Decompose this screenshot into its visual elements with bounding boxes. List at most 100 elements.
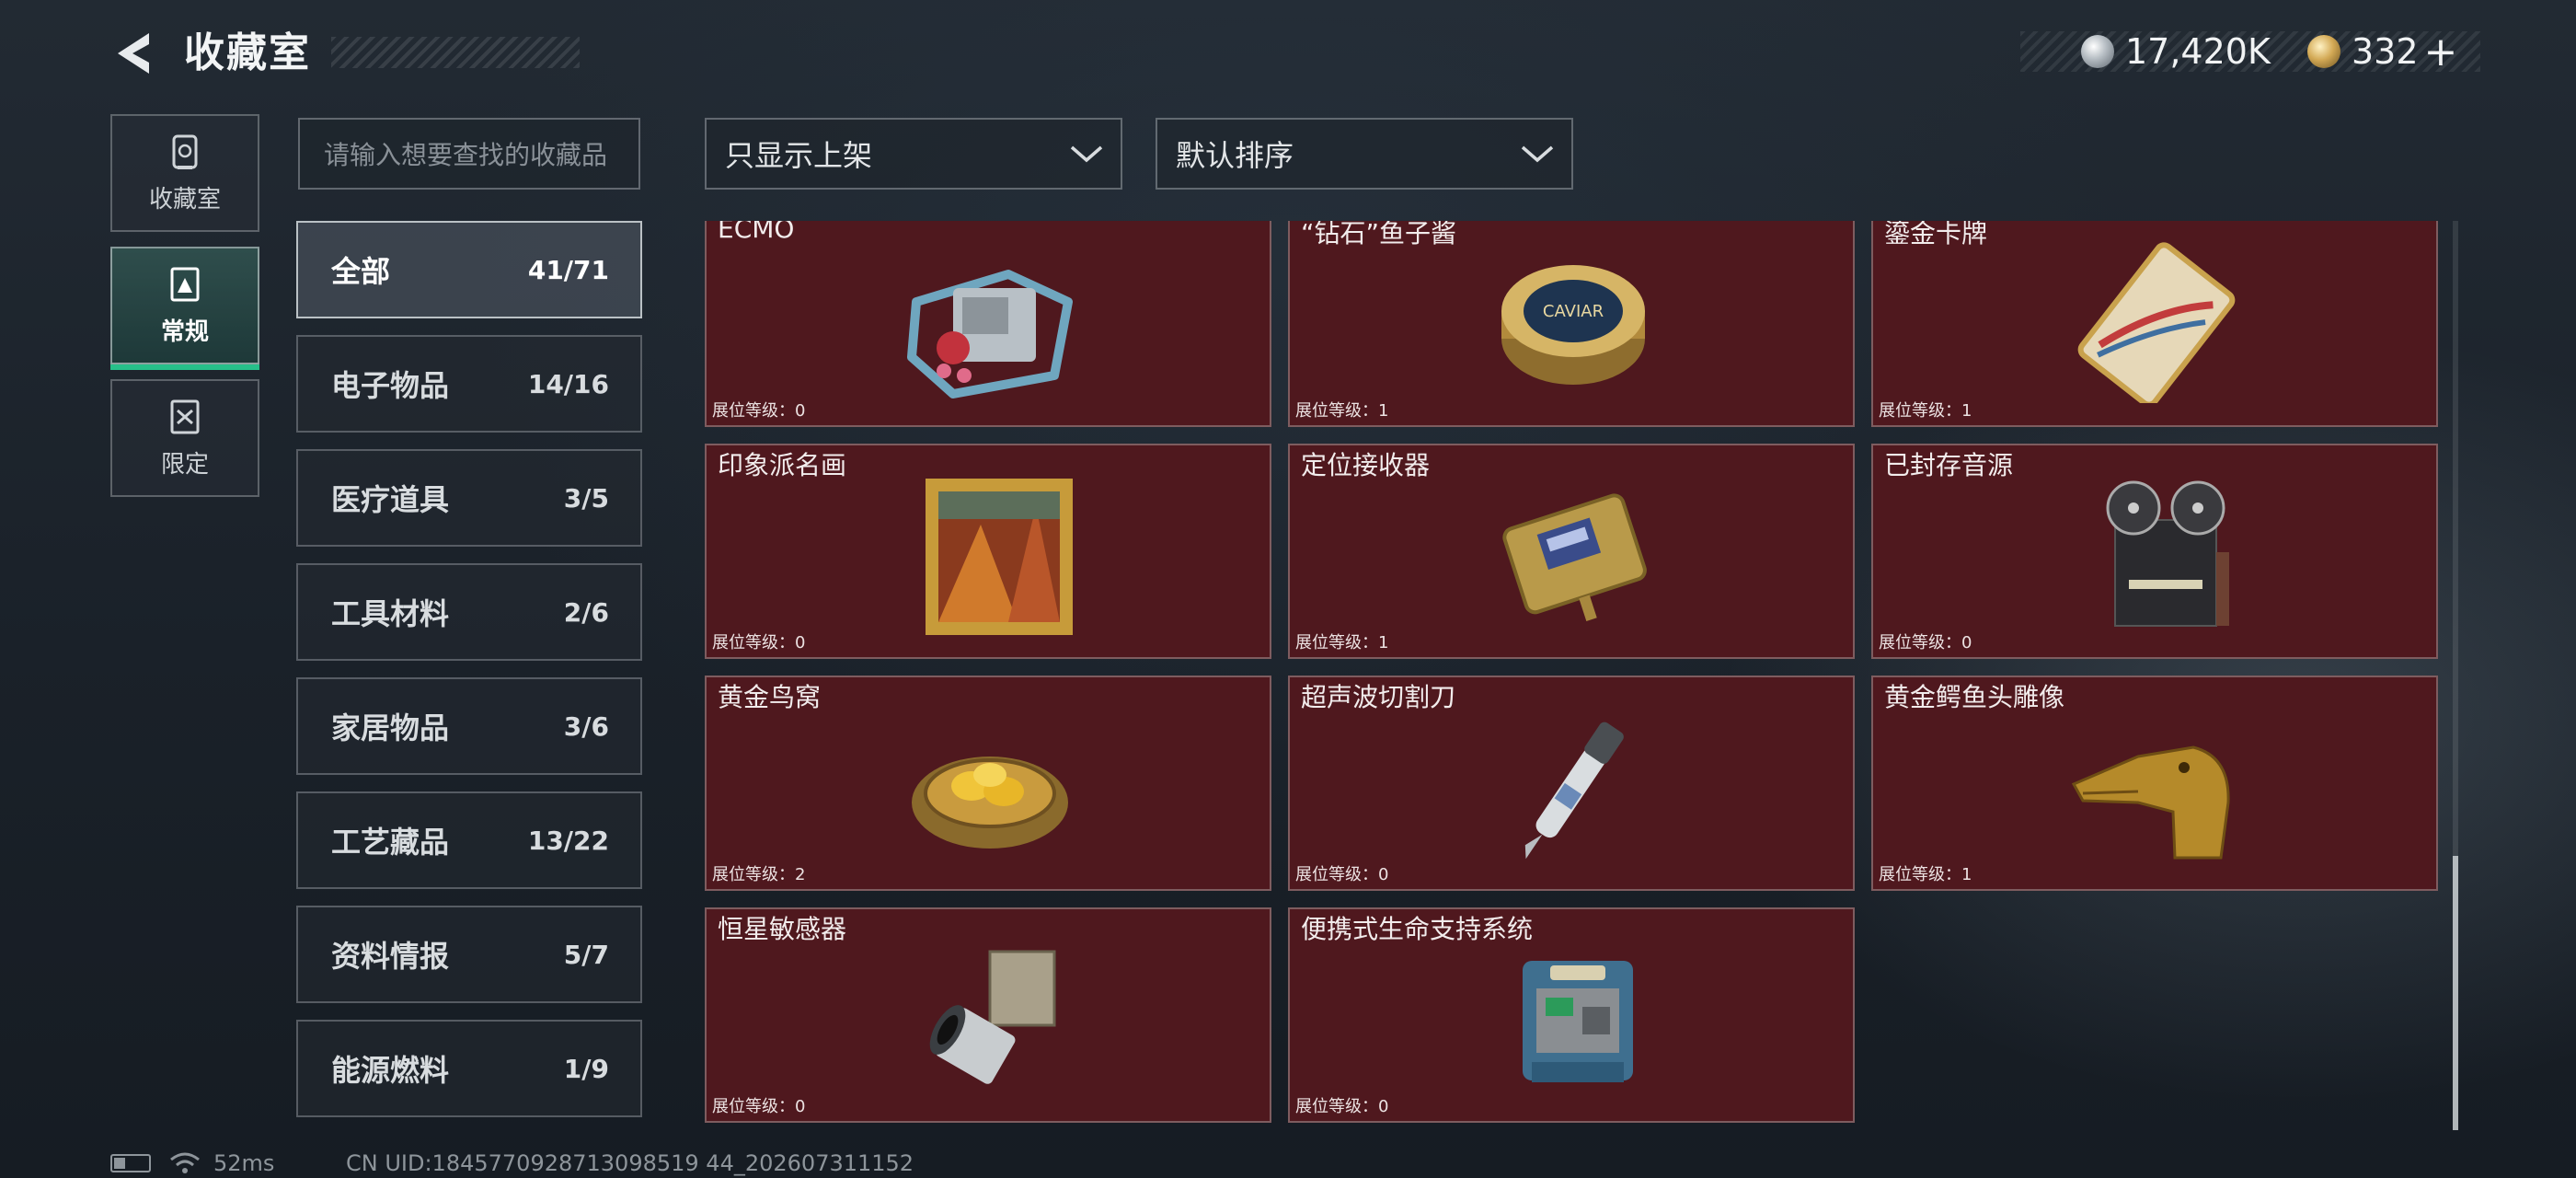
category-name: 工具材料 [331,596,450,631]
item-name: 印象派名画 [718,450,847,480]
status-bar: 52ms [110,1149,274,1178]
page-title: 收藏室 [184,29,311,76]
ultrasonic-cutter-icon [1524,722,1624,860]
category-energy[interactable]: 能源燃料 1/9 [296,1020,642,1117]
grid-scrollbar[interactable] [2453,221,2458,1130]
silver-currency-value: 17,420K [2125,31,2271,72]
star-sensor-icon [929,950,1056,1084]
regular-icon [170,267,200,301]
gold-crocodile-head-icon [2071,745,2230,860]
gold-currency-value: 332 [2352,31,2419,72]
nav-label: 常规 [160,318,209,346]
item-grid: ECMO 展位等级：0 “钻石”鱼子酱 CAVIAR 展位等级：1 鎏金卡牌 展… [705,221,2444,1130]
category-household[interactable]: 家居物品 3/6 [296,677,642,775]
item-level: 展位等级：2 [712,865,806,884]
silver-coin-icon [2081,35,2114,68]
caviar-tin-icon: CAVIAR [1501,265,1645,385]
item-level: 展位等级：0 [712,1097,806,1116]
ping-value: 52ms [213,1150,275,1176]
item-name: “钻石”鱼子酱 [1301,221,1457,248]
add-currency-button[interactable]: + [2424,29,2458,75]
nav-limited[interactable]: 限定 [110,379,259,497]
category-name: 全部 [331,254,391,289]
category-name: 能源燃料 [331,1053,450,1088]
item-name: 恒星敏感器 [718,914,847,944]
item-card-life-support[interactable]: 便携式生命支持系统 展位等级：0 [1288,907,1855,1123]
gold-coin-icon [2307,35,2340,68]
category-count: 2/6 [563,596,609,628]
item-level: 展位等级：1 [1879,865,1972,884]
item-card-sealed-audio[interactable]: 已封存音源 展位等级：0 [1871,444,2438,659]
item-card-golden-nest[interactable]: 黄金鸟窝 展位等级：2 [705,676,1271,891]
framed-painting-icon [926,479,1073,635]
user-uid: CN UID:1845770928713098519 44_2026073111… [346,1150,914,1176]
sort-dropdown[interactable]: 默认排序 [1156,118,1573,190]
scrollbar-thumb[interactable] [2453,856,2458,1130]
caviar-tin-label: CAVIAR [1543,302,1604,321]
category-count: 3/6 [563,710,609,742]
category-count: 14/16 [527,368,609,399]
nav-label: 限定 [160,450,209,479]
category-all[interactable]: 全部 41/71 [296,221,642,318]
back-arrow-icon [118,33,149,74]
golden-nest-icon [912,756,1068,849]
item-card-star-sensor[interactable]: 恒星敏感器 展位等级：0 [705,907,1271,1123]
category-count: 13/22 [527,825,609,856]
item-name: 黄金鳄鱼头雕像 [1884,682,2065,712]
category-tools[interactable]: 工具材料 2/6 [296,563,642,661]
item-level: 展位等级：1 [1295,401,1389,421]
item-name: 黄金鸟窝 [718,682,822,712]
gps-receiver-icon [1502,493,1647,621]
title-decoration [331,37,580,68]
life-support-system-icon [1523,961,1633,1082]
item-level: 展位等级：0 [712,401,806,421]
item-level: 展位等级：0 [1879,633,1972,653]
item-name: ECMO [718,221,795,244]
gold-currency: 332 + [2307,28,2457,75]
item-card-gilded-card[interactable]: 鎏金卡牌 展位等级：1 [1871,221,2438,427]
category-electronics[interactable]: 电子物品 14/16 [296,335,642,433]
reel-tape-recorder-icon [2106,480,2229,627]
chevron-down-icon [1521,145,1554,163]
item-card-gold-crocodile[interactable]: 黄金鳄鱼头雕像 展位等级：1 [1871,676,2438,891]
item-level: 展位等级：0 [1295,1097,1389,1116]
category-name: 电子物品 [331,368,450,403]
shelf-filter-label: 只显示上架 [725,138,873,173]
item-name: 定位接收器 [1301,450,1431,480]
item-name: 已封存音源 [1884,450,2014,480]
category-name: 资料情报 [331,939,450,974]
item-level: 展位等级：0 [1295,865,1389,884]
sort-label: 默认排序 [1176,138,1294,173]
category-name: 医疗道具 [331,482,450,517]
category-count: 41/71 [527,254,609,285]
item-card-gps-receiver[interactable]: 定位接收器 展位等级：1 [1288,444,1855,659]
category-crafts[interactable]: 工艺藏品 13/22 [296,791,642,889]
shelf-filter-dropdown[interactable]: 只显示上架 [705,118,1122,190]
category-name: 家居物品 [331,710,450,745]
category-medical[interactable]: 医疗道具 3/5 [296,449,642,547]
nav-collection-room[interactable]: 收藏室 [110,114,259,232]
search-input[interactable]: 请输入想要查找的收藏品 [298,118,640,190]
nav-regular[interactable]: 常规 [110,247,259,370]
item-level: 展位等级：1 [1295,633,1389,653]
category-count: 5/7 [563,939,609,970]
chevron-down-icon [1070,145,1103,163]
category-count: 1/9 [563,1053,609,1084]
item-card-ecmo[interactable]: ECMO 展位等级：0 [705,221,1271,427]
battery-icon [110,1154,151,1172]
nav-label: 收藏室 [148,185,221,214]
silver-currency: 17,420K [2081,28,2271,75]
item-card-ultrasonic-cutter[interactable]: 超声波切割刀 展位等级：0 [1288,676,1855,891]
item-card-caviar[interactable]: “钻石”鱼子酱 CAVIAR 展位等级：1 [1288,221,1855,427]
item-name: 鎏金卡牌 [1884,221,1988,248]
gilded-card-icon [2077,242,2236,403]
category-count: 3/5 [563,482,609,514]
collection-room-icon [172,134,198,169]
category-intel[interactable]: 资料情报 5/7 [296,906,642,1003]
item-card-painting[interactable]: 印象派名画 展位等级：0 [705,444,1271,659]
item-name: 超声波切割刀 [1301,682,1456,712]
item-level: 展位等级：0 [712,633,806,653]
item-level: 展位等级：1 [1879,401,1972,421]
search-placeholder: 请输入想要查找的收藏品 [324,140,608,170]
back-button[interactable] [109,26,164,81]
